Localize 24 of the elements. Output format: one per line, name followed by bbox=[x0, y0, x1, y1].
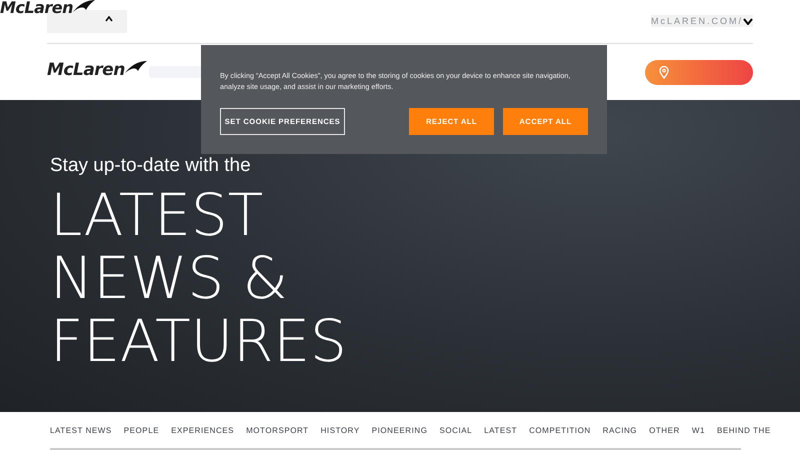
category-link[interactable]: EXPERIENCES bbox=[171, 426, 234, 434]
category-link[interactable]: PEOPLE bbox=[124, 426, 160, 434]
hero-title-line: LATEST bbox=[50, 184, 264, 247]
category-link[interactable]: OTHER bbox=[649, 426, 680, 434]
category-link[interactable]: COMPETITION bbox=[529, 426, 591, 434]
category-link[interactable]: BEHIND THE bbox=[716, 426, 771, 434]
caret-icon bbox=[105, 16, 113, 22]
swoosh-icon bbox=[124, 61, 147, 73]
locator-button[interactable] bbox=[645, 60, 753, 84]
location-pin-icon bbox=[659, 66, 669, 78]
logo-wordmark: McLaren bbox=[0, 0, 74, 16]
category-link[interactable]: MOTORSPORT bbox=[246, 426, 309, 434]
category-link[interactable]: LATEST bbox=[484, 426, 518, 434]
category-link[interactable]: RACING bbox=[602, 426, 638, 434]
hero-title-line: FEATURES bbox=[50, 310, 347, 373]
hero-kicker: Stay up-to-date with the bbox=[50, 154, 252, 178]
hero-title-line: NEWS & bbox=[50, 247, 288, 310]
logo-wordmark[interactable]: McLaren bbox=[47, 61, 125, 79]
swoosh-icon bbox=[73, 0, 96, 12]
category-link[interactable]: W1 bbox=[692, 426, 705, 434]
category-link[interactable]: PIONEERING bbox=[372, 426, 428, 434]
category-link[interactable]: HISTORY bbox=[320, 426, 360, 434]
category-link[interactable]: LATEST NEWS bbox=[50, 426, 112, 434]
category-link[interactable]: SOCIAL bbox=[439, 426, 472, 434]
